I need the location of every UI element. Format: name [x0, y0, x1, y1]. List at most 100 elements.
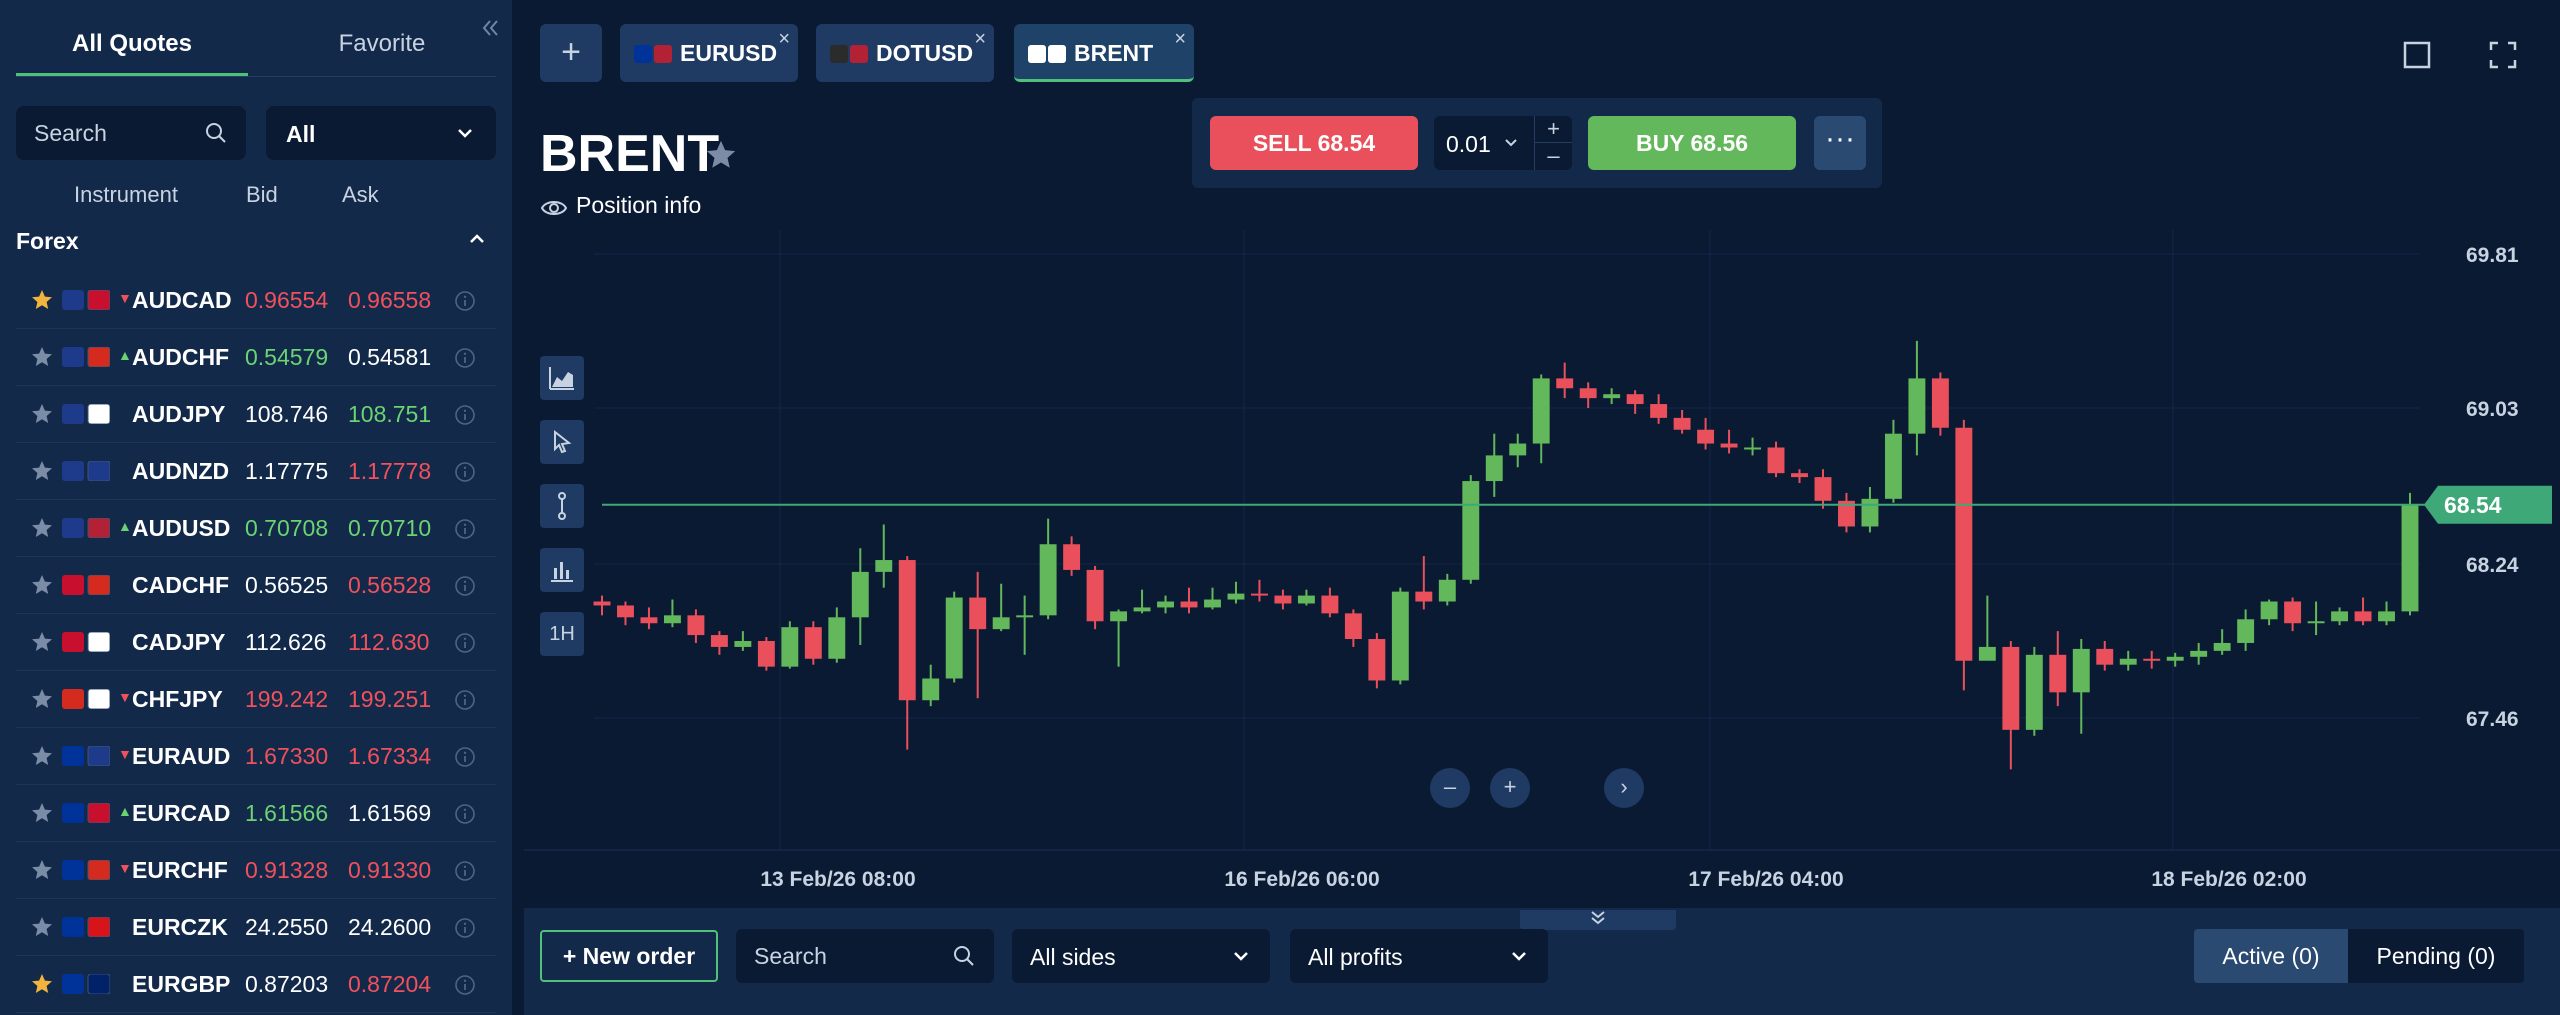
new-order-button[interactable]: + New order — [540, 930, 718, 982]
tab-all-quotes[interactable]: All Quotes — [16, 30, 248, 58]
chart-type-button[interactable] — [540, 356, 584, 400]
info-icon[interactable] — [454, 290, 476, 312]
instrument-name: AUDJPY — [132, 401, 226, 427]
currency-flags-icon — [62, 860, 110, 880]
quote-row[interactable]: ▲ AUDUSD 0.70708 0.70710 — [16, 500, 496, 557]
tab-brent[interactable]: BRENT × — [1014, 24, 1194, 82]
category-filter-select[interactable]: All — [266, 106, 496, 160]
candle-body — [734, 640, 752, 647]
candle-body — [1227, 593, 1245, 600]
favorite-star-icon[interactable] — [30, 573, 54, 597]
sell-button[interactable]: SELL 68.54 — [1210, 116, 1418, 170]
candle-body — [593, 601, 611, 606]
close-tab-icon[interactable]: × — [974, 28, 986, 51]
quote-row[interactable]: AUDNZD 1.17775 1.17778 — [16, 443, 496, 500]
tab-favorite[interactable]: Favorite — [266, 30, 498, 58]
favorite-star-icon[interactable] — [30, 801, 54, 825]
ask-price: 0.56528 — [348, 572, 432, 598]
lot-size-field[interactable]: 0.01 + – — [1434, 116, 1572, 170]
candle-body — [2213, 642, 2231, 651]
quote-row[interactable]: EURCZK 24.2550 24.2600 — [16, 899, 496, 956]
info-icon[interactable] — [454, 860, 476, 882]
tab-active-orders[interactable]: Active (0) — [2194, 929, 2348, 983]
quote-row[interactable]: ▼ AUDCAD 0.96554 0.96558 — [16, 272, 496, 329]
column-instrument[interactable]: Instrument — [74, 182, 178, 208]
favorite-star-icon[interactable] — [704, 138, 738, 172]
tab-dotusd[interactable]: DOTUSD × — [816, 24, 994, 82]
fullscreen-icon[interactable] — [2488, 40, 2518, 70]
favorite-star-icon[interactable] — [30, 345, 54, 369]
x-tick-label: 17 Feb/26 04:00 — [1688, 868, 1843, 891]
quote-row[interactable]: ▼ CHFJPY 199.242 199.251 — [16, 671, 496, 728]
buy-button[interactable]: BUY 68.56 — [1588, 116, 1796, 170]
timeframe-button[interactable]: 1H — [540, 612, 584, 656]
more-options-button[interactable]: ··· — [1814, 116, 1866, 170]
candle-body — [898, 560, 916, 701]
quote-row[interactable]: AUDJPY 108.746 108.751 — [16, 386, 496, 443]
candle-body — [992, 617, 1010, 630]
info-icon[interactable] — [454, 746, 476, 768]
candle-body — [2002, 646, 2020, 730]
price-up-icon: ▲ — [118, 347, 132, 363]
collapse-sidebar-icon[interactable] — [478, 16, 506, 44]
quote-row[interactable]: ▼ EURCHF 0.91328 0.91330 — [16, 842, 496, 899]
info-icon[interactable] — [454, 347, 476, 369]
bid-price: 1.67330 — [245, 743, 329, 769]
favorite-star-icon[interactable] — [30, 687, 54, 711]
profits-filter-select[interactable]: All profits — [1290, 929, 1548, 983]
info-icon[interactable] — [454, 461, 476, 483]
instrument-search-input[interactable] — [34, 106, 194, 160]
column-bid[interactable]: Bid — [246, 182, 278, 208]
quote-row[interactable]: ▲ AUDCHF 0.54579 0.54581 — [16, 329, 496, 386]
column-ask[interactable]: Ask — [342, 182, 379, 208]
candle-body — [663, 615, 681, 624]
layout-single-icon[interactable] — [2402, 40, 2432, 70]
position-info-toggle[interactable]: Position info — [540, 192, 701, 219]
sides-filter-select[interactable]: All sides — [1012, 929, 1270, 983]
favorite-star-icon[interactable] — [30, 459, 54, 483]
drawing-tool-button[interactable] — [540, 484, 584, 528]
candle-body — [1016, 615, 1034, 618]
favorite-star-icon[interactable] — [30, 402, 54, 426]
favorite-star-icon[interactable] — [30, 744, 54, 768]
tab-eurusd[interactable]: EURUSD × — [620, 24, 798, 82]
info-icon[interactable] — [454, 518, 476, 540]
x-tick-label: 13 Feb/26 08:00 — [760, 868, 915, 891]
scroll-right-button[interactable]: › — [1604, 768, 1644, 808]
info-icon[interactable] — [454, 689, 476, 711]
favorite-star-icon[interactable] — [30, 915, 54, 939]
info-icon[interactable] — [454, 404, 476, 426]
close-tab-icon[interactable]: × — [778, 28, 790, 51]
candle-body — [1791, 473, 1808, 478]
quote-row[interactable]: CADCHF 0.56525 0.56528 — [16, 557, 496, 614]
favorite-star-icon[interactable] — [30, 972, 54, 996]
info-icon[interactable] — [454, 974, 476, 996]
info-icon[interactable] — [454, 917, 476, 939]
info-icon[interactable] — [454, 803, 476, 825]
quote-row[interactable]: ▲ EURCAD 1.61566 1.61569 — [16, 785, 496, 842]
section-forex[interactable]: Forex — [16, 228, 496, 255]
favorite-star-icon[interactable] — [30, 516, 54, 540]
zoom-out-button[interactable]: – — [1430, 768, 1470, 808]
quote-row[interactable]: CADJPY 112.626 112.630 — [16, 614, 496, 671]
favorite-star-icon[interactable] — [30, 858, 54, 882]
zoom-in-button[interactable]: + — [1490, 768, 1530, 808]
tab-pending-orders[interactable]: Pending (0) — [2348, 929, 2524, 983]
cursor-tool-button[interactable] — [540, 420, 584, 464]
expand-orders-handle[interactable] — [1520, 910, 1676, 930]
add-tab-button[interactable]: + — [540, 24, 602, 82]
indicators-button[interactable] — [540, 548, 584, 592]
info-icon[interactable] — [454, 632, 476, 654]
instrument-flags-icon — [1028, 45, 1066, 63]
close-tab-icon[interactable]: × — [1174, 28, 1186, 51]
info-icon[interactable] — [454, 575, 476, 597]
favorite-star-icon[interactable] — [30, 630, 54, 654]
quote-row[interactable]: EURGBP 0.87203 0.87204 — [16, 956, 496, 1013]
lot-increase-button[interactable]: + — [1534, 116, 1572, 143]
orders-search-input[interactable] — [754, 929, 944, 983]
candle-body — [804, 627, 822, 659]
double-chevron-down-icon — [1591, 911, 1605, 925]
lot-decrease-button[interactable]: – — [1534, 143, 1572, 170]
favorite-star-icon[interactable] — [30, 288, 54, 312]
quote-row[interactable]: ▼ EURAUD 1.67330 1.67334 — [16, 728, 496, 785]
